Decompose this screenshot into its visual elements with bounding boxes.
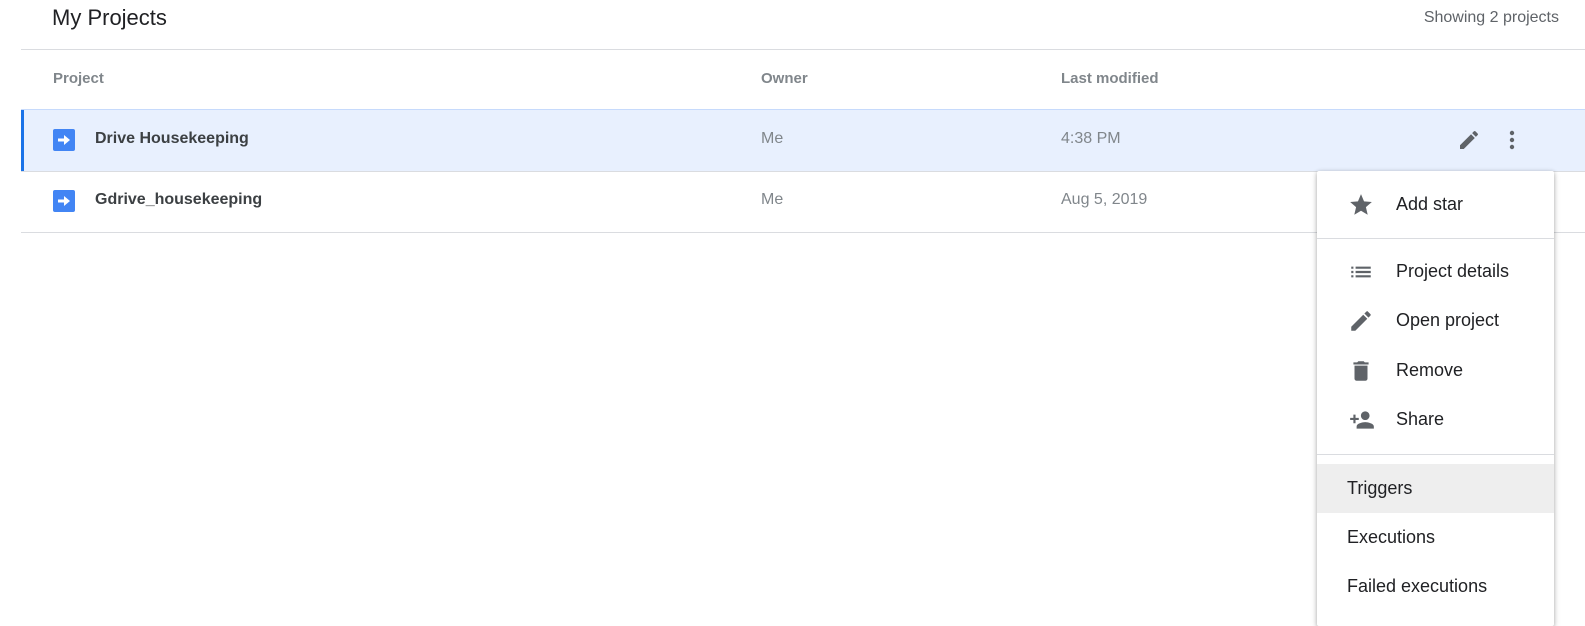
menu-item-open-project[interactable]: Open project xyxy=(1317,296,1554,345)
pencil-icon xyxy=(1348,308,1374,334)
page-header: My Projects Showing 2 projects xyxy=(21,0,1585,50)
menu-item-failed-executions[interactable]: Failed executions xyxy=(1317,562,1554,611)
menu-item-share[interactable]: Share xyxy=(1317,395,1554,444)
pencil-icon[interactable] xyxy=(1453,124,1485,156)
menu-item-triggers[interactable]: Triggers xyxy=(1317,464,1554,513)
menu-item-remove[interactable]: Remove xyxy=(1317,346,1554,395)
menu-item-label: Add star xyxy=(1396,194,1464,214)
list-icon xyxy=(1348,259,1374,285)
column-header-last-modified[interactable]: Last modified xyxy=(1061,70,1159,87)
project-name[interactable]: Drive Housekeeping xyxy=(95,130,249,148)
menu-item-label: Failed executions xyxy=(1347,576,1488,596)
menu-divider xyxy=(1317,454,1554,455)
project-owner: Me xyxy=(761,130,784,147)
menu-item-label: Share xyxy=(1396,409,1445,429)
column-header-project[interactable]: Project xyxy=(53,70,104,87)
menu-divider xyxy=(1317,238,1554,239)
menu-item-label: Project details xyxy=(1396,261,1510,281)
apps-script-arrow-icon xyxy=(53,190,75,212)
apps-script-arrow-icon xyxy=(53,129,75,151)
project-owner: Me xyxy=(761,191,784,208)
more-vert-icon[interactable] xyxy=(1496,124,1528,156)
project-context-menu: Add star Project details Open project Re… xyxy=(1317,171,1554,626)
column-header-owner[interactable]: Owner xyxy=(761,70,808,87)
trash-icon xyxy=(1348,358,1374,384)
table-row[interactable]: Drive Housekeeping Me 4:38 PM xyxy=(21,109,1585,172)
project-last-modified: Aug 5, 2019 xyxy=(1061,191,1148,208)
menu-item-label: Triggers xyxy=(1347,478,1413,498)
person-add-icon xyxy=(1348,407,1374,433)
menu-item-add-star[interactable]: Add star xyxy=(1317,180,1554,229)
project-last-modified: 4:38 PM xyxy=(1061,130,1121,147)
menu-item-project-details[interactable]: Project details xyxy=(1317,247,1554,296)
page-title: My Projects xyxy=(52,5,167,30)
menu-item-label: Executions xyxy=(1347,527,1436,547)
menu-item-label: Open project xyxy=(1396,310,1500,330)
project-count: Showing 2 projects xyxy=(1423,9,1559,26)
menu-item-executions[interactable]: Executions xyxy=(1317,513,1554,562)
project-name[interactable]: Gdrive_housekeeping xyxy=(95,191,262,209)
menu-item-label: Remove xyxy=(1396,360,1464,380)
projects-page: My Projects Showing 2 projects Project O… xyxy=(0,0,1585,626)
star-icon xyxy=(1348,192,1374,218)
